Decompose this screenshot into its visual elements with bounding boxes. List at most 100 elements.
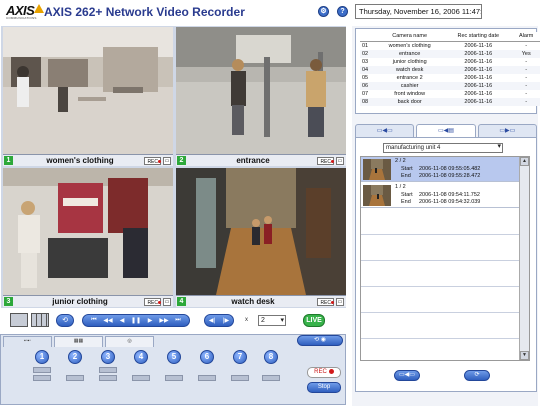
cell-alarm: - xyxy=(512,89,540,98)
live-button[interactable]: LIVE xyxy=(303,314,325,327)
col-header-camera-name[interactable]: Camera name xyxy=(375,32,445,42)
list-item[interactable]: 2 / 2 Start 2006-11-08 09:55:05.482 End 20… xyxy=(361,157,519,182)
quad-view-layout-button[interactable] xyxy=(31,313,49,327)
cam-tag-7 xyxy=(231,375,249,381)
cell-alarm: Yes xyxy=(512,49,540,58)
axis-logo: AXIS COMMUNICATIONS xyxy=(4,3,44,20)
camera-options-icon-1[interactable]: ▭ xyxy=(163,157,171,165)
camera-view-2[interactable]: 2 entrance REC ▭ xyxy=(176,27,346,166)
bottom-tabs: ▪▫▪▫ ▦▦ ◎ xyxy=(3,336,154,347)
col-header-alarm[interactable]: Alarm xyxy=(512,32,540,42)
refresh-button[interactable]: ⟳ xyxy=(464,370,490,381)
rewind-icon[interactable]: ◀◀ xyxy=(102,317,115,324)
table-row[interactable]: 02 entrance 2006-11-16 Yes xyxy=(360,49,540,58)
ptz-button[interactable]: ⟲ ◉ xyxy=(297,335,343,346)
camera-rec-button-2[interactable]: REC xyxy=(317,157,334,165)
single-view-layout-button[interactable] xyxy=(10,313,28,327)
cam-select-6[interactable]: 6 xyxy=(200,350,214,364)
camera-rec-button-1[interactable]: REC xyxy=(144,157,161,165)
table-row[interactable]: 07 front window 2006-11-16 - xyxy=(360,89,540,98)
frame-back-icon[interactable]: ◀| xyxy=(206,317,219,324)
list-item[interactable]: 1 / 2 Start 2006-11-08 09:54:11.752 End 20… xyxy=(361,183,519,208)
cell-rec-date: 2006-11-16 xyxy=(444,89,513,98)
camera-table: Camera name Rec starting date Alarm 01 w… xyxy=(360,32,540,106)
sequence-icon[interactable]: ⟲ xyxy=(56,314,74,327)
camera-options-icon-3[interactable]: ▭ xyxy=(163,298,171,306)
recording-details: 2 / 2 Start 2006-11-08 09:55:05.482 End 20… xyxy=(395,158,480,181)
table-row[interactable]: 08 back door 2006-11-16 - xyxy=(360,97,540,106)
speed-select[interactable]: 2 xyxy=(258,315,286,326)
cam-tag-3b xyxy=(99,375,117,381)
scroll-down-icon[interactable]: ▼ xyxy=(520,351,529,360)
record-button[interactable]: REC xyxy=(307,367,341,378)
table-row[interactable]: 04 watch desk 2006-11-16 - xyxy=(360,65,540,74)
camera-image-1[interactable] xyxy=(3,27,173,154)
table-row[interactable]: 03 junior clothing 2006-11-16 - xyxy=(360,57,540,66)
cam-tag-1a xyxy=(33,367,51,373)
recordings-scrollbar[interactable]: ▲ ▼ xyxy=(519,157,529,360)
camera-image-4[interactable] xyxy=(176,168,346,295)
cam-select-4[interactable]: 4 xyxy=(134,350,148,364)
app-title: AXIS 262+ Network Video Recorder xyxy=(44,5,245,19)
camera-view-4[interactable]: 4 watch desk REC ▭ xyxy=(176,168,346,307)
cam-select-2[interactable]: 2 xyxy=(68,350,82,364)
camera-number-4: 4 xyxy=(177,297,186,306)
cam-select-1[interactable]: 1 xyxy=(35,350,49,364)
first-icon[interactable]: ⏮ xyxy=(88,317,101,324)
cell-rec-date: 2006-11-16 xyxy=(444,49,513,58)
cell-rec-date: 2006-11-16 xyxy=(444,41,513,50)
col-header-rec-start[interactable]: Rec starting date xyxy=(444,32,513,42)
camera-number-2: 2 xyxy=(177,156,186,165)
datetime-field[interactable]: Thursday, November 16, 2006 11:47:52 A xyxy=(355,4,482,19)
play-icon[interactable]: ▶ xyxy=(144,317,157,324)
cam-select-7[interactable]: 7 xyxy=(233,350,247,364)
table-row[interactable]: 06 cashier 2006-11-16 - xyxy=(360,81,540,90)
unit-select[interactable]: manufacturing unit 4 xyxy=(383,143,503,153)
camera-options-icon-4[interactable]: ▭ xyxy=(336,298,344,306)
speed-label: x xyxy=(245,317,248,323)
recording-index: 2 / 2 xyxy=(395,158,406,164)
cam-select-3[interactable]: 3 xyxy=(101,350,115,364)
cam-select-5[interactable]: 5 xyxy=(167,350,181,364)
frame-forward-icon[interactable]: |▶ xyxy=(220,317,233,324)
last-icon[interactable]: ⏭ xyxy=(172,317,185,324)
end-label: End xyxy=(401,199,411,205)
export-button[interactable]: ▭◀▭ xyxy=(394,370,420,381)
empty-row-divider xyxy=(361,260,519,261)
start-time: 2006-11-08 09:55:05.482 xyxy=(419,165,481,172)
camera-bar-2: 2 entrance REC ▭ xyxy=(176,154,346,166)
cam-select-8[interactable]: 8 xyxy=(264,350,278,364)
recording-thumbnail xyxy=(363,159,391,180)
fast-forward-icon[interactable]: ▶▶ xyxy=(158,317,171,324)
camera-rec-button-3[interactable]: REC xyxy=(144,298,161,306)
help-icon[interactable]: ? xyxy=(337,6,348,17)
camera-options-icon-2[interactable]: ▭ xyxy=(336,157,344,165)
end-label: End xyxy=(401,173,411,179)
tab-grid[interactable]: ▦▦ xyxy=(54,336,103,347)
cell-index: 02 xyxy=(360,49,376,58)
cam-tag-3a xyxy=(99,367,117,373)
cell-rec-date: 2006-11-16 xyxy=(444,97,513,106)
pause-icon[interactable]: ❚❚ xyxy=(130,317,143,324)
camera-view-3[interactable]: 3 junior clothing REC ▭ xyxy=(3,168,173,307)
stop-button[interactable]: Stop xyxy=(307,382,341,393)
camera-view-1[interactable]: 1 women's clothing REC ▭ xyxy=(3,27,173,166)
cell-index: 05 xyxy=(360,73,376,82)
settings-icon[interactable]: ⚙ xyxy=(318,6,329,17)
start-label: Start xyxy=(401,191,413,198)
camera-image-2[interactable] xyxy=(176,27,346,154)
cam-tag-6 xyxy=(198,375,216,381)
tab-cameras[interactable]: ▪▫▪▫ xyxy=(3,336,52,347)
tab-storage[interactable]: ▭▶▭ xyxy=(477,124,537,138)
camera-rec-button-4[interactable]: REC xyxy=(317,298,334,306)
tab-camera-list[interactable]: ▭◀▭ xyxy=(355,124,415,138)
table-row[interactable]: 01 women's clothing 2006-11-16 - xyxy=(360,41,540,50)
scroll-up-icon[interactable]: ▲ xyxy=(520,157,529,166)
table-row[interactable]: 05 entrance 2 2006-11-16 - xyxy=(360,73,540,82)
camera-image-3[interactable] xyxy=(3,168,173,295)
tab-ptz[interactable]: ◎ xyxy=(105,336,154,347)
end-time: 2006-11-08 09:55:28.472 xyxy=(419,173,481,179)
frame-step-buttons: ◀| |▶ xyxy=(204,314,234,327)
step-back-icon[interactable]: ◀ xyxy=(116,317,129,324)
tab-recordings[interactable]: ▭◀▤ xyxy=(416,124,476,138)
